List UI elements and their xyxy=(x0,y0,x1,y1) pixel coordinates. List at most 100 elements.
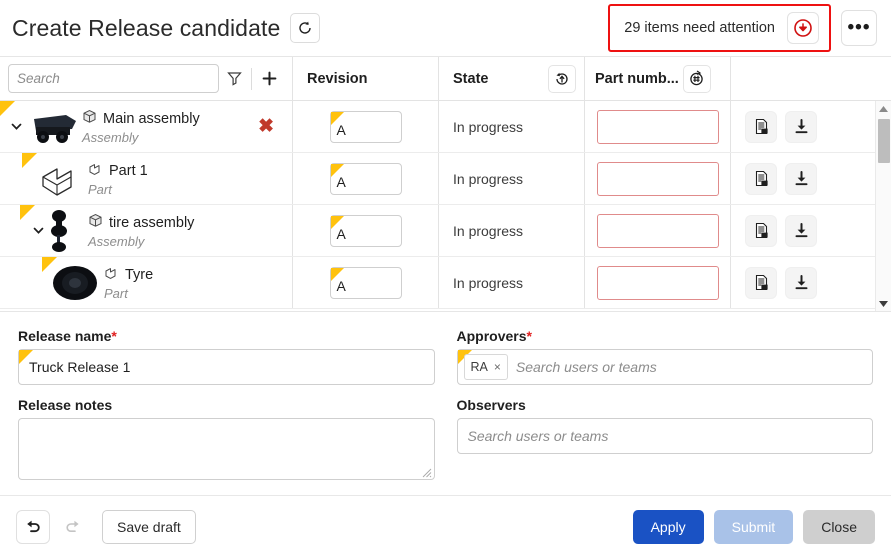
approver-chip-label: RA xyxy=(470,360,488,374)
row-state-text: In progress xyxy=(453,222,524,239)
save-draft-button[interactable]: Save draft xyxy=(102,509,196,544)
release-name-input[interactable]: Truck Release 1 xyxy=(18,349,435,385)
table-row[interactable]: Tyre Part A In progress xyxy=(0,257,891,309)
row-download-button[interactable] xyxy=(785,162,817,195)
part-number-bulk-generate-button[interactable] xyxy=(682,64,711,93)
row-thumbnail xyxy=(30,157,88,201)
part-number-input[interactable] xyxy=(597,110,718,143)
scroll-up-arrow-icon[interactable] xyxy=(876,101,891,117)
filter-icon[interactable] xyxy=(219,65,249,93)
observers-input[interactable]: Search users or teams xyxy=(456,418,873,454)
chevron-down-icon xyxy=(11,123,21,130)
row-download-button[interactable] xyxy=(785,214,817,247)
footer-primary-actions: Apply Submit Close xyxy=(632,509,875,544)
approvers-input[interactable]: RA × Search users or teams xyxy=(456,349,873,385)
undo-button[interactable] xyxy=(16,509,50,544)
table-row[interactable]: tire assembly Assembly A In progress xyxy=(0,205,891,257)
row-name-text: Main assembly xyxy=(103,110,200,127)
form-right-column: Approvers* RA × Search users or teams Ob… xyxy=(456,328,873,495)
state-bulk-action-button[interactable] xyxy=(548,64,576,93)
row-type-icon xyxy=(82,109,97,129)
part-number-field[interactable] xyxy=(596,109,719,144)
approvers-placeholder: Search users or teams xyxy=(515,359,657,375)
part-number-field[interactable] xyxy=(596,265,719,300)
row-type-icon xyxy=(104,265,119,285)
apply-button[interactable]: Apply xyxy=(632,509,704,544)
revision-input[interactable]: A xyxy=(329,214,402,247)
close-button[interactable]: Close xyxy=(803,509,875,544)
funnel-icon xyxy=(226,72,242,86)
row-bom-button[interactable] xyxy=(745,110,777,143)
table-scrollbar[interactable] xyxy=(875,101,891,311)
more-options-button[interactable]: ••• xyxy=(841,10,877,46)
circular-arrow-up-icon xyxy=(556,72,568,85)
row-name-block: Part 1 Part xyxy=(88,161,148,197)
observers-placeholder: Search users or teams xyxy=(467,428,609,444)
rotate-icon xyxy=(299,21,312,34)
approver-chip-remove-icon[interactable]: × xyxy=(494,360,501,374)
row-bom-button[interactable] xyxy=(745,214,777,247)
release-notes-textarea[interactable] xyxy=(18,418,435,480)
column-header-revision[interactable]: Revision xyxy=(293,57,439,100)
expand-collapse-chevron-icon[interactable] xyxy=(28,224,48,237)
part-icon xyxy=(89,163,100,175)
row-thumbnail xyxy=(24,105,82,149)
cube-icon xyxy=(83,109,96,123)
column-header-part-number[interactable]: Part numb... xyxy=(585,57,731,100)
part-number-field[interactable] xyxy=(596,213,719,248)
table-body: Main assembly Assembly ✖ A In progress Part 1… xyxy=(0,101,891,311)
release-form: Release name* Truck Release 1 Release no… xyxy=(0,311,891,495)
row-type-icon xyxy=(88,213,103,233)
revision-input[interactable]: A xyxy=(329,162,402,195)
expand-collapse-chevron-icon[interactable] xyxy=(6,120,26,133)
attention-banner: 29 items need attention xyxy=(608,4,831,52)
row-name-cell: Main assembly Assembly ✖ xyxy=(0,101,293,152)
release-notes-label: Release notes xyxy=(18,397,113,413)
release-notes-group: Release notes xyxy=(18,397,435,480)
table-rows-host: Main assembly Assembly ✖ A In progress Part 1… xyxy=(0,101,891,309)
approver-chip[interactable]: RA × xyxy=(463,354,508,380)
submit-button[interactable]: Submit xyxy=(713,509,794,544)
row-delete-button[interactable]: ✖ xyxy=(258,117,274,136)
row-name-text: Part 1 xyxy=(109,162,148,179)
row-state-cell: In progress xyxy=(439,257,585,308)
chevron-down-icon xyxy=(33,227,43,234)
revision-value: A xyxy=(336,277,346,294)
column-header-state[interactable]: State xyxy=(439,57,585,100)
cube-icon xyxy=(89,213,102,227)
plus-icon xyxy=(262,71,276,86)
scrollbar-track[interactable] xyxy=(876,117,891,295)
approvers-label-text: Approvers xyxy=(456,328,527,344)
add-icon[interactable] xyxy=(254,65,284,93)
refresh-icon[interactable] xyxy=(290,13,321,43)
part-number-field[interactable] xyxy=(596,161,719,196)
row-name-text: tire assembly xyxy=(109,214,195,231)
search-input[interactable] xyxy=(8,64,219,93)
revision-input[interactable]: A xyxy=(329,110,402,143)
table-row[interactable]: Main assembly Assembly ✖ A In progress xyxy=(0,101,891,153)
truck-thumbnail xyxy=(34,114,76,143)
column-header-state-label: State xyxy=(453,70,489,87)
part-number-input[interactable] xyxy=(597,266,718,299)
download-icon xyxy=(795,171,807,186)
scroll-down-arrow-icon[interactable] xyxy=(876,295,891,311)
part-number-input[interactable] xyxy=(597,214,718,247)
document-bom-icon xyxy=(755,222,768,239)
modified-corner-marker xyxy=(42,257,57,272)
part-number-input[interactable] xyxy=(597,162,718,195)
attention-text: 29 items need attention xyxy=(624,20,775,36)
attention-jump-button[interactable] xyxy=(787,12,819,44)
revision-input[interactable]: A xyxy=(329,266,402,299)
row-download-button[interactable] xyxy=(785,266,817,299)
search-toolbar xyxy=(0,57,293,100)
lbracket-part-thumbnail xyxy=(42,167,72,196)
table-row[interactable]: Part 1 Part A In progress xyxy=(0,153,891,205)
hash-circular-arrow-icon xyxy=(690,70,704,86)
row-revision-cell: A xyxy=(293,153,439,204)
row-download-button[interactable] xyxy=(785,110,817,143)
scrollbar-thumb[interactable] xyxy=(878,119,890,163)
row-type-text: Assembly xyxy=(82,129,139,145)
row-bom-button[interactable] xyxy=(745,266,777,299)
row-bom-button[interactable] xyxy=(745,162,777,195)
observers-label: Observers xyxy=(456,397,526,413)
